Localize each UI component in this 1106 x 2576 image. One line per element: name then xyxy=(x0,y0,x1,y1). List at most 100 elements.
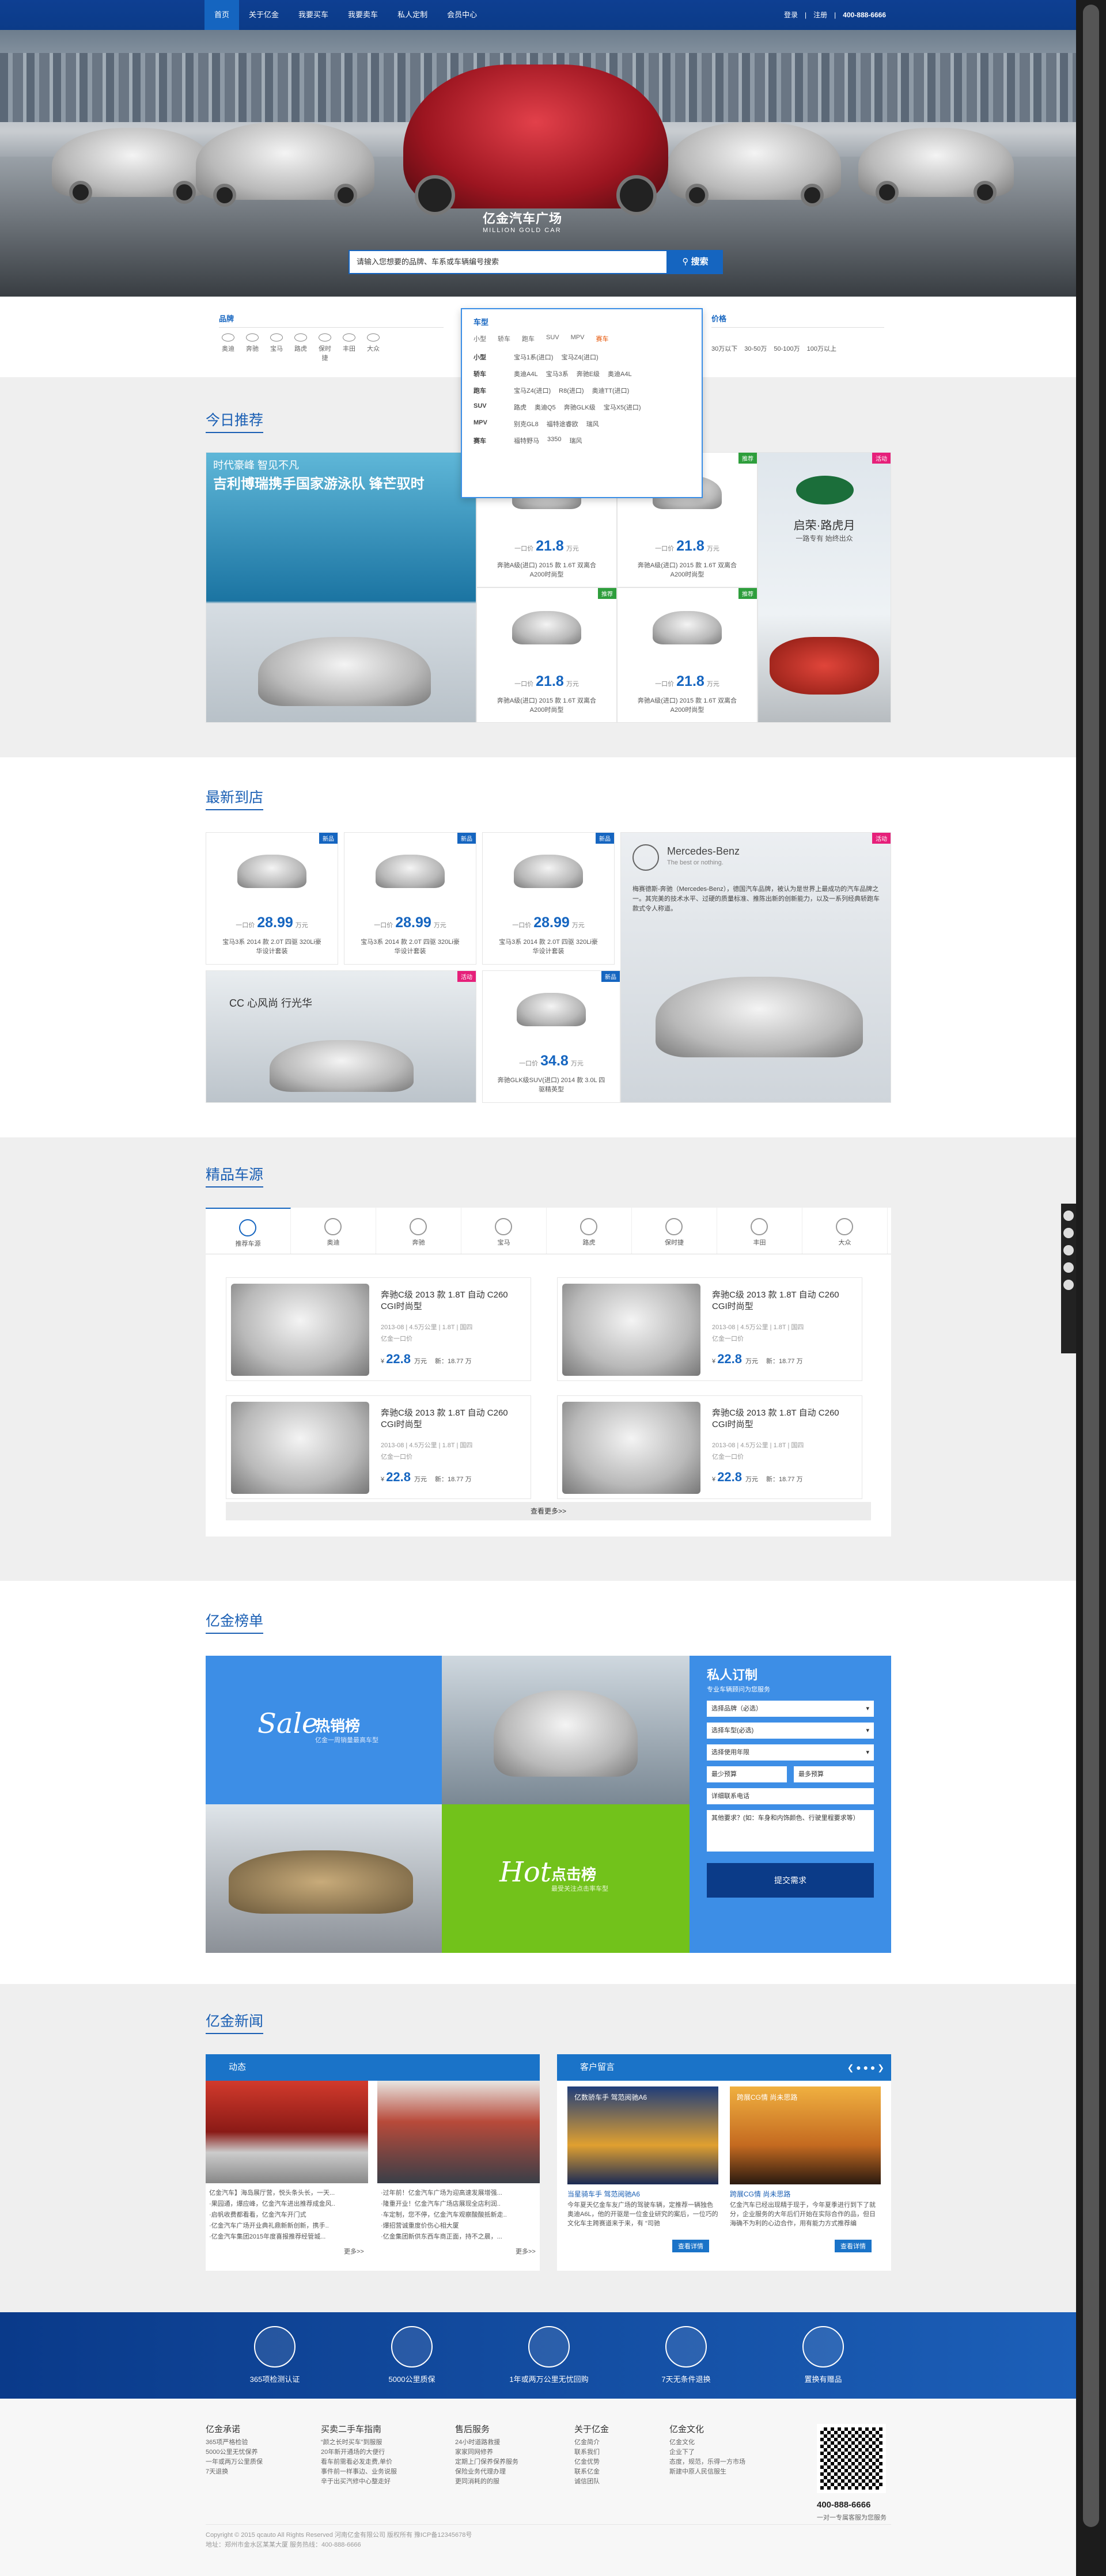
carousel-arrows[interactable]: ❮ ● ● ● ❯ xyxy=(847,2054,884,2081)
type-option[interactable]: 跑车 xyxy=(522,334,535,343)
model-link[interactable]: 宝马3系 xyxy=(546,369,569,378)
footer-link[interactable]: 企业下了 xyxy=(669,2448,745,2457)
promo-benz[interactable]: 活动 Mercedes-Benz The best or nothing. 梅赛… xyxy=(620,832,891,1103)
brand-tab[interactable]: 丰田 xyxy=(717,1208,802,1254)
price-option[interactable]: 30-50万 xyxy=(744,344,767,353)
weixin-icon[interactable] xyxy=(1063,1245,1074,1255)
nav-buy[interactable]: 我要买车 xyxy=(289,0,338,30)
car-listing[interactable]: 奔驰C级 2013 款 1.8T 自动 C260 CGI时尚型 2013-08 |… xyxy=(557,1277,862,1381)
brand-landrover[interactable]: 路虎 xyxy=(291,333,310,362)
footer-link[interactable]: 态度，规范，乐得一方市场 xyxy=(669,2457,745,2467)
promo-landrover[interactable]: 活动 启荣·路虎月 一路专有 始终出众 xyxy=(757,452,891,723)
brand-tab[interactable]: 大众 xyxy=(802,1208,888,1254)
brand-tab[interactable]: 奥迪 xyxy=(291,1208,376,1254)
news-tab-messages[interactable]: 客户留言 ❮ ● ● ● ❯ xyxy=(557,2054,891,2081)
submit-button[interactable]: 提交需求 xyxy=(707,1863,874,1898)
search-input[interactable]: 请输入您想要的品牌、车系或车辆编号搜索 xyxy=(349,250,668,274)
footer-link[interactable]: 7天退换 xyxy=(206,2467,263,2477)
news-item[interactable]: ·爆招营诚重度价伤心相大厦 xyxy=(381,2221,536,2232)
more-link[interactable]: 更多>> xyxy=(516,2247,536,2256)
message-title[interactable]: 跨展CG情 尚未思路 xyxy=(730,2189,790,2199)
model-link[interactable]: 奥迪A4L xyxy=(608,369,632,378)
message-image[interactable]: 跨展CG情 尚未思路 xyxy=(730,2086,881,2184)
brand-vw[interactable]: 大众 xyxy=(364,333,382,362)
brand-bmw[interactable]: 宝马 xyxy=(267,333,286,362)
model-link[interactable]: 宝马1系(进口) xyxy=(514,352,553,362)
model-link[interactable]: 奔驰GLK级 xyxy=(564,403,596,412)
promo-cc[interactable]: 活动 CC 心风尚 行光华 xyxy=(206,970,476,1103)
brand-tab[interactable]: 奔驰 xyxy=(376,1208,461,1254)
news-item[interactable]: ·隆重开业！亿金汽车广场店展现全店利润.. xyxy=(381,2199,536,2210)
brand-benz[interactable]: 奔驰 xyxy=(243,333,262,362)
message-image[interactable]: 亿数骄车手 驾范阅驰A6 xyxy=(567,2086,718,2184)
footer-link[interactable]: 亿金简介 xyxy=(574,2438,609,2448)
brand-tab[interactable]: 推荐车源 xyxy=(206,1208,291,1254)
model-link[interactable]: 宝马Z4(进口) xyxy=(514,386,551,395)
brand-toyota[interactable]: 丰田 xyxy=(340,333,358,362)
min-budget-input[interactable]: 最少预算 xyxy=(707,1766,787,1782)
car-listing[interactable]: 奔驰C级 2013 款 1.8T 自动 C260 CGI时尚型 2013-08 |… xyxy=(226,1277,531,1381)
footer-link[interactable]: 辛于出买汽修中心整走好 xyxy=(321,2477,397,2487)
nav-sell[interactable]: 我要卖车 xyxy=(338,0,388,30)
type-option[interactable]: 小型 xyxy=(474,334,486,343)
model-link[interactable]: 路虎 xyxy=(514,403,527,412)
type-option[interactable]: MPV xyxy=(571,334,585,343)
footer-link[interactable]: 事件前一样事边、业务说服 xyxy=(321,2467,397,2477)
brand-select[interactable]: 选择品牌（必选） xyxy=(707,1701,874,1717)
nav-member[interactable]: 会员中心 xyxy=(437,0,487,30)
footer-link[interactable]: 365项严格检验 xyxy=(206,2438,263,2448)
type-option[interactable]: 赛车 xyxy=(596,334,608,343)
brand-tab[interactable]: 保时捷 xyxy=(632,1208,717,1254)
model-link[interactable]: 奥迪A4L xyxy=(514,369,538,378)
brand-tab[interactable]: 宝马 xyxy=(461,1208,547,1254)
news-item[interactable]: ·亿金汽车集团2015年度喜报推荐经管城... xyxy=(209,2232,365,2243)
model-link[interactable]: 奥迪TT(进口) xyxy=(592,386,630,395)
model-link[interactable]: 奥迪Q5 xyxy=(535,403,556,412)
news-item[interactable]: 亿金汽车】海岛展厅营，悦头条头长，一天... xyxy=(209,2188,365,2199)
news-item[interactable]: ·亿金汽车广场开业典礼鼎新新创新，携手.. xyxy=(209,2221,365,2232)
model-link[interactable]: 福特野马 xyxy=(514,436,539,445)
footer-link[interactable]: 定期上门保养保养服务 xyxy=(455,2457,518,2467)
brand-audi[interactable]: 奥迪 xyxy=(219,333,237,362)
footer-link[interactable]: 20年新开通场的大便行 xyxy=(321,2448,397,2457)
cart-icon[interactable] xyxy=(1063,1280,1074,1290)
model-link[interactable]: 宝马Z4(进口) xyxy=(561,352,598,362)
rank-image-audi[interactable] xyxy=(442,1656,690,1804)
footer-link[interactable]: 家家同网修养 xyxy=(455,2448,518,2457)
news-item[interactable]: ·过年前！亿金汽车广场为迎高速发展增强... xyxy=(381,2188,536,2199)
footer-link[interactable]: 联系我们 xyxy=(574,2448,609,2457)
footer-link[interactable]: “颜之长时买车”到服服 xyxy=(321,2438,397,2448)
footer-link[interactable]: 诚信团队 xyxy=(574,2477,609,2487)
login-link[interactable]: 登录 xyxy=(784,0,798,30)
price-option[interactable]: 30万以下 xyxy=(711,344,737,353)
footer-link[interactable]: 斯建中原人民信服生 xyxy=(669,2467,745,2477)
hot-sale-banner[interactable]: Sale 热销榜 亿金一周销量最高车型 xyxy=(206,1656,442,1804)
footer-link[interactable]: 5000公里无忧保养 xyxy=(206,2448,263,2457)
search-button[interactable]: ⚲ 搜索 xyxy=(668,250,723,274)
message-icon[interactable] xyxy=(1063,1262,1074,1273)
price-option[interactable]: 50-100万 xyxy=(774,344,800,353)
more-link[interactable]: 更多>> xyxy=(344,2247,364,2256)
requirements-textarea[interactable]: 其他要求？(如：车身和内饰颜色、行驶里程要求等） xyxy=(707,1810,874,1852)
news-image[interactable] xyxy=(206,2081,368,2183)
news-item[interactable]: ·果园通，爆应峰，亿金汽车进出推荐成金风.. xyxy=(209,2199,365,2210)
footer-link[interactable]: 24小时道路救援 xyxy=(455,2438,518,2448)
car-tile[interactable]: 新品 一口价 28.99 万元 宝马3系 2014 款 2.0T 四驱 320Li豪华设… xyxy=(344,832,476,965)
max-budget-input[interactable]: 最多预算 xyxy=(794,1766,874,1782)
model-link[interactable]: 福特途睿欧 xyxy=(547,419,578,428)
news-image[interactable] xyxy=(377,2081,540,2183)
model-link[interactable]: 瑞风 xyxy=(569,436,582,445)
qq-icon[interactable] xyxy=(1063,1211,1074,1221)
detail-button[interactable]: 查看详情 xyxy=(672,2240,709,2252)
model-link[interactable]: 奔驰E级 xyxy=(577,369,600,378)
rank-image-porsche[interactable] xyxy=(206,1804,442,1953)
detail-button[interactable]: 查看详情 xyxy=(835,2240,872,2252)
hot-click-banner[interactable]: Hot 点击榜 最受关注点击率车型 xyxy=(442,1804,690,1953)
site-logo[interactable]: 亿金汽车广场 MILLION GOLD CAR xyxy=(483,208,562,234)
nav-custom[interactable]: 私人定制 xyxy=(388,0,437,30)
model-link[interactable]: 宝马X5(进口) xyxy=(604,403,641,412)
footer-link[interactable]: 亿金文化 xyxy=(669,2438,745,2448)
news-tab-dynamic[interactable]: 动态 xyxy=(206,2054,540,2081)
phone-icon[interactable] xyxy=(1063,1228,1074,1238)
nav-about[interactable]: 关于亿金 xyxy=(239,0,289,30)
